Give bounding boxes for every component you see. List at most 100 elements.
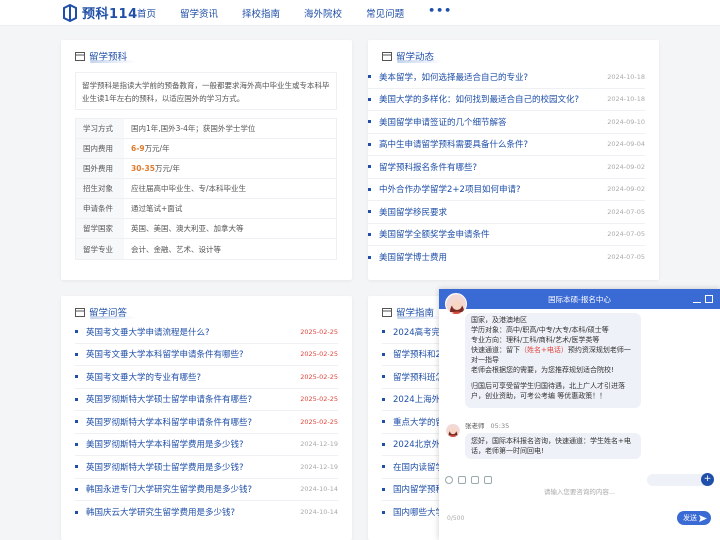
bullet: [75, 510, 78, 514]
message-time: 05:35: [490, 422, 510, 430]
book-icon: [382, 307, 392, 317]
bullet: [382, 375, 385, 379]
info-key: 学习方式: [76, 119, 124, 138]
list-item[interactable]: 中外合作办学留学2+2项目如何申请? 2024-09-02: [368, 179, 645, 201]
qa-link[interactable]: 英国考文垂大学申请流程是什么?: [86, 326, 210, 338]
bullet: [368, 210, 371, 214]
minimize-icon[interactable]: [693, 295, 701, 303]
screenshot-icon[interactable]: [484, 476, 492, 484]
qa-link[interactable]: 英国考文垂大学本科留学申请条件有哪些?: [86, 348, 244, 360]
qa-link[interactable]: 英国考文垂大学的专业有哪些?: [86, 371, 201, 383]
qa-link[interactable]: 英国罗彻斯特大学硕士留学申请条件有哪些?: [86, 393, 252, 405]
nav-home[interactable]: 首页: [137, 6, 156, 20]
char-counter: 0/500: [447, 515, 465, 522]
list-date: 2024-10-18: [607, 95, 645, 104]
news-link[interactable]: 留学预科报名条件有哪些?: [379, 161, 477, 173]
book-icon: [75, 307, 85, 317]
list-item[interactable]: 留学预科报名条件有哪些? 2024-09-02: [368, 156, 645, 179]
chat-line: 户，创业资助，可考公考编 等优惠政策！！: [471, 392, 607, 400]
list-item[interactable]: 英国考文垂大学的专业有哪些? 2025-02-25: [75, 366, 338, 389]
nav-news[interactable]: 留学资讯: [180, 6, 218, 20]
list-date: 2025-02-25: [300, 372, 338, 381]
chat-toolbar: [445, 476, 497, 484]
list-date: 2025-02-25: [300, 417, 338, 426]
list-item[interactable]: 高中生申请留学预科需要具备什么条件? 2024-09-04: [368, 134, 645, 156]
file-icon[interactable]: [471, 476, 479, 484]
news-link[interactable]: 美国留学全额奖学金申请条件: [379, 228, 490, 240]
list-item[interactable]: 韩国庆云大学研究生留学费用是多少钱? 2024-10-14: [75, 501, 338, 524]
info-key: 国内费用: [76, 139, 124, 158]
qa-link[interactable]: 英国罗彻斯特大学本科留学申请条件有哪些?: [86, 416, 252, 428]
info-value-highlight: 6-9: [131, 144, 145, 153]
news-link[interactable]: 美本留学，如何选择最适合自己的专业?: [379, 71, 528, 83]
info-value: 英国、美国、澳大利亚、加拿大等: [131, 224, 244, 233]
chat-text: 预约资深规划老师一: [567, 346, 631, 354]
list-date: 2024-07-05: [607, 207, 645, 216]
news-link[interactable]: 美国大学的多样化：如何找到最适合自己的校园文化?: [379, 93, 579, 105]
bullet: [382, 442, 385, 446]
list-item[interactable]: 英国罗彻斯特大学硕士留学申请条件有哪些? 2025-02-25: [75, 389, 338, 411]
list-date: 2024-12-19: [300, 462, 338, 471]
info-key: 留学国家: [76, 219, 124, 238]
list-item[interactable]: 美本留学，如何选择最适合自己的专业? 2024-10-18: [368, 66, 645, 89]
book-icon: [75, 51, 85, 61]
news-link[interactable]: 美国留学博士费用: [379, 251, 447, 263]
list-date: 2025-02-25: [300, 395, 338, 404]
bullet: [382, 330, 385, 334]
maximize-icon[interactable]: [705, 295, 713, 303]
nav-school-guide[interactable]: 择校指南: [242, 6, 280, 20]
list-item[interactable]: 美国留学申请签证的几个细节解答 2024-09-10: [368, 111, 645, 134]
nav-overseas-schools[interactable]: 海外院校: [304, 6, 342, 20]
news-list: 美本留学，如何选择最适合自己的专业? 2024-10-18 美国大学的多样化：如何…: [368, 66, 645, 269]
qa-link[interactable]: 韩国永进专门大学研究生留学费用是多少钱?: [86, 483, 252, 495]
qa-link[interactable]: 美国罗彻斯特大学本科留学费用是多少钱?: [86, 438, 244, 450]
list-item[interactable]: 英国考文垂大学申请流程是什么? 2025-02-25: [75, 321, 338, 344]
guide-link[interactable]: 重点大学的留: [393, 416, 444, 428]
guide-link[interactable]: 国内哪些大学: [393, 506, 444, 518]
guide-link[interactable]: 留学预科班怎: [393, 371, 444, 383]
qa-link[interactable]: 英国罗彻斯特大学硕士留学费用是多少钱?: [86, 461, 244, 473]
bullet: [382, 465, 385, 469]
chat-message-input[interactable]: 请输入您要咨询的内容...: [439, 485, 720, 499]
chat-widget[interactable]: 国际本硕-报名中心 国家，及港澳地区 学历对象：高中/职高/中专/大专/本科/硕…: [439, 289, 720, 540]
guide-link[interactable]: 在国内读留学: [393, 461, 444, 473]
list-item[interactable]: 美国大学的多样化：如何找到最适合自己的校园文化? 2024-10-18: [368, 89, 645, 111]
info-key: 留学专业: [76, 239, 124, 259]
send-button[interactable]: 发送: [677, 511, 711, 525]
list-item[interactable]: 英国罗彻斯特大学本科留学申请条件有哪些? 2025-02-25: [75, 411, 338, 434]
nav-more-button[interactable]: •••: [428, 4, 452, 20]
info-row: 国外费用 30-35万元/年: [76, 159, 336, 179]
list-item[interactable]: 美国留学全额奖学金申请条件 2024-07-05: [368, 224, 645, 246]
bullet: [75, 465, 78, 469]
image-icon[interactable]: [458, 476, 466, 484]
bullet: [382, 420, 385, 424]
list-item[interactable]: 美国留学移民要求 2024-07-05: [368, 201, 645, 224]
list-item[interactable]: 英国考文垂大学本科留学申请条件有哪些? 2025-02-25: [75, 344, 338, 366]
emoji-icon[interactable]: [445, 476, 453, 484]
news-link[interactable]: 高中生申请留学预科需要具备什么条件?: [379, 138, 528, 150]
chat-header[interactable]: 国际本硕-报名中心: [439, 289, 720, 309]
nav-faq[interactable]: 常见问题: [366, 6, 404, 20]
bullet: [75, 352, 78, 356]
site-logo[interactable]: 预科114: [62, 3, 138, 22]
news-link[interactable]: 中外合作办学留学2+2项目如何申请?: [379, 183, 520, 195]
news-link[interactable]: 美国留学移民要求: [379, 206, 447, 218]
info-key: 招生对象: [76, 179, 124, 198]
agent-avatar: [446, 423, 460, 437]
title-underline: [90, 60, 136, 63]
list-date: 2024-09-02: [607, 185, 645, 194]
chat-highlight: （姓名+电话）: [520, 346, 568, 354]
list-item[interactable]: 英国罗彻斯特大学硕士留学费用是多少钱? 2024-12-19: [75, 456, 338, 479]
info-value: 会计、金融、艺术、设计等: [131, 244, 221, 254]
guide-link[interactable]: 国内留学预科: [393, 483, 444, 495]
list-item[interactable]: 美国罗彻斯特大学本科留学费用是多少钱? 2024-12-19: [75, 434, 338, 456]
list-item[interactable]: 韩国永进专门大学研究生留学费用是多少钱? 2024-10-14: [75, 479, 338, 501]
info-value: 应往届高中毕业生、专/本科毕业生: [131, 184, 247, 193]
qa-link[interactable]: 韩国庆云大学研究生留学费用是多少钱?: [86, 506, 235, 518]
list-item[interactable]: 美国留学博士费用 2024-07-05: [368, 246, 645, 269]
list-date: 2024-07-05: [607, 230, 645, 239]
list-date: 2024-09-04: [607, 140, 645, 149]
chat-line: 快速通道：留下（姓名+电话）预约资深规划老师一: [471, 345, 635, 355]
news-link[interactable]: 美国留学申请签证的几个细节解答: [379, 116, 507, 128]
send-label: 发送: [683, 514, 697, 522]
